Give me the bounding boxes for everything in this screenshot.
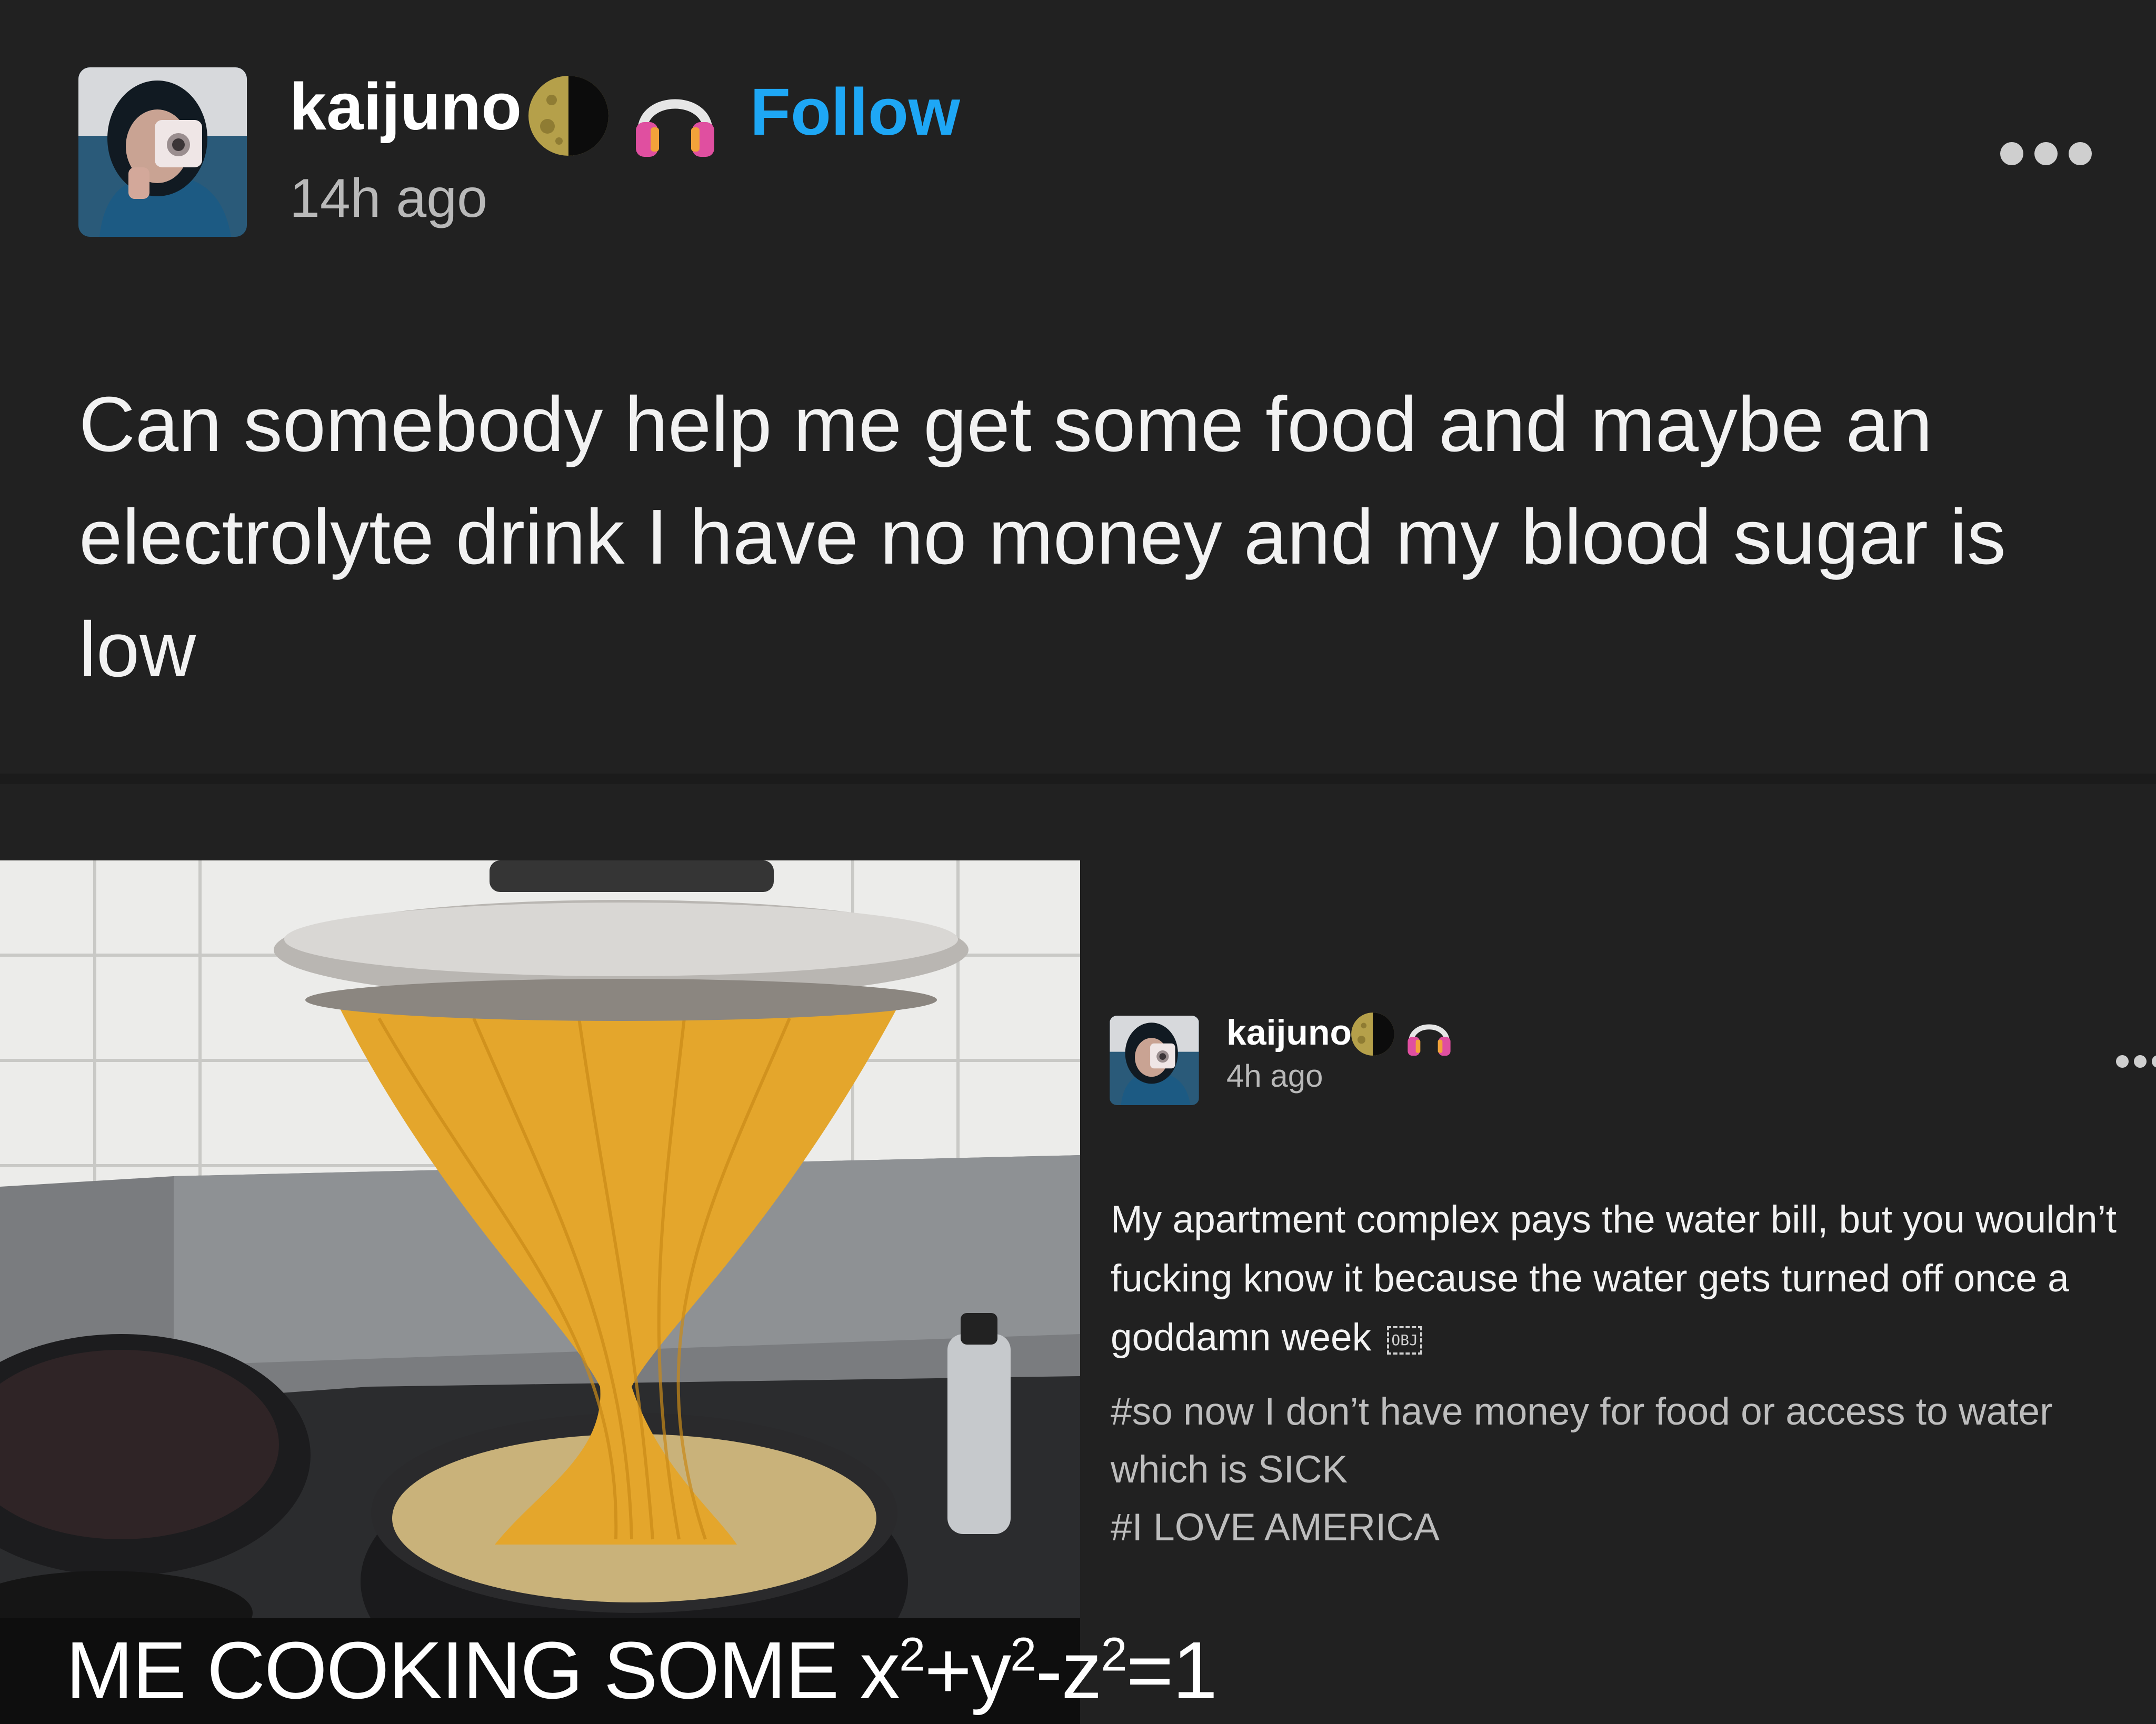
caption-exponent: 2 <box>1101 1628 1127 1681</box>
more-options-icon[interactable] <box>2116 1055 2156 1069</box>
meme-caption: ME COOKING SOME x2+y2-z2=1 <box>66 1625 1218 1716</box>
caption-text: -z <box>1035 1625 1102 1716</box>
moon-icon <box>528 76 608 156</box>
post-text: Can somebody help me get some food and m… <box>79 381 2006 693</box>
caption-text: +y <box>924 1625 1011 1716</box>
caption-exponent: 2 <box>899 1628 925 1681</box>
avatar[interactable] <box>78 67 247 237</box>
more-options-icon[interactable] <box>2000 142 2092 165</box>
caption-text: =1 <box>1126 1625 1218 1716</box>
post-timestamp: 4h ago <box>1226 1058 1323 1094</box>
avatar[interactable] <box>1110 1016 1199 1105</box>
reblog-body: My apartment complex pays the water bill… <box>1111 1198 2117 1359</box>
avatar-photo <box>78 67 247 237</box>
post-divider <box>0 774 2156 784</box>
meme-image <box>0 860 1080 1724</box>
headphones-icon <box>1408 1024 1451 1056</box>
spaghetti-photo <box>0 860 1080 1724</box>
object-placeholder: OBJ <box>1387 1326 1422 1355</box>
caption-text: ME COOKING SOME x <box>66 1625 900 1716</box>
post-timestamp: 14h ago <box>290 168 487 229</box>
caption-exponent: 2 <box>1010 1628 1036 1681</box>
avatar-photo <box>1110 1016 1199 1105</box>
tag[interactable]: #so now I don’t have money for food or a… <box>1111 1383 2153 1499</box>
headphones-icon <box>636 99 714 157</box>
tag-list: #so now I don’t have money for food or a… <box>1111 1383 2153 1557</box>
tag[interactable]: #I LOVE AMERICA <box>1111 1499 2153 1557</box>
username[interactable]: kaijuno <box>290 74 522 140</box>
username[interactable]: kaijuno <box>1226 1015 1352 1050</box>
follow-button[interactable]: Follow <box>750 79 960 145</box>
moon-icon <box>1351 1013 1394 1056</box>
reblog-text: My apartment complex pays the water bill… <box>1111 1190 2153 1367</box>
